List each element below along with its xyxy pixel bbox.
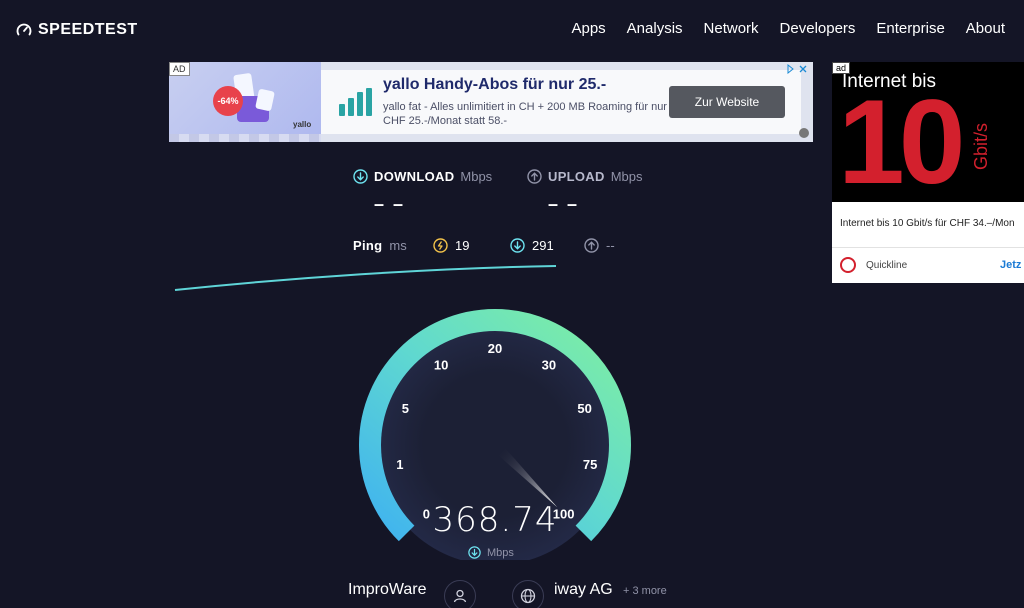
divider	[832, 247, 1024, 248]
nav-analysis[interactable]: Analysis	[627, 20, 683, 37]
ping-label-group: Ping ms	[353, 238, 407, 253]
download-value: – –	[374, 194, 406, 214]
gauge-tick-label: 75	[583, 457, 597, 472]
header: SPEEDTEST Apps Analysis Network Develope…	[0, 0, 1024, 60]
download-arrow-icon	[353, 169, 368, 184]
ping-idle: 19	[433, 238, 469, 253]
logo-text: SPEEDTEST	[38, 21, 138, 38]
gauge-tick-label: 50	[577, 401, 591, 416]
upload-label: UPLOAD	[548, 169, 605, 184]
promo-card-image	[255, 88, 275, 112]
download-label: DOWNLOAD	[374, 169, 455, 184]
upload-arrow-icon	[527, 169, 542, 184]
side-ad-big-number: 10	[838, 75, 966, 209]
ping-download-value: 291	[532, 238, 554, 253]
speedtest-logo[interactable]: SPEEDTEST	[16, 21, 138, 39]
side-ad-text: Internet bis 10 Gbit/s für CHF 34.–/Mon	[840, 218, 1015, 229]
ping-idle-value: 19	[455, 238, 470, 253]
server-name[interactable]: iway AG	[554, 581, 613, 599]
download-metric: DOWNLOAD Mbps	[353, 169, 492, 184]
current-speed-value: 368.74	[432, 500, 558, 540]
banner-ad-content: yallo Handy-Abos für nur 25.- yallo fat …	[321, 70, 801, 134]
ping-unit: ms	[389, 238, 407, 253]
user-icon[interactable]	[444, 580, 476, 608]
ad-stripe	[169, 134, 321, 142]
ad-brand-logo: yallo	[293, 120, 312, 129]
ad-tag: ad	[832, 62, 851, 74]
gauge-tick-label: 10	[434, 357, 448, 372]
latency-idle-icon	[433, 238, 448, 253]
nav-enterprise[interactable]: Enterprise	[876, 20, 944, 37]
banner-ad-image: -64% yallo	[169, 62, 321, 142]
download-arrow-icon	[468, 546, 481, 559]
nav-about[interactable]: About	[966, 20, 1005, 37]
gauge-tick-label: 20	[488, 341, 502, 356]
ping-upload: --	[584, 238, 615, 253]
banner-ad-cta-button[interactable]: Zur Website	[669, 86, 785, 118]
speedometer-logo-icon	[16, 23, 32, 36]
side-ad-cta-link[interactable]: Jetz	[1000, 259, 1021, 271]
current-speed-unit: Mbps	[468, 546, 514, 559]
gauge-tick-label: 30	[542, 357, 556, 372]
info-icon[interactable]	[799, 128, 809, 138]
ping-download: 291	[510, 238, 554, 253]
download-arrow-icon	[510, 238, 525, 253]
side-ad-image: Internet bis 10 Gbit/s	[832, 62, 1024, 202]
change-server-link[interactable]: + 3 more	[623, 585, 667, 597]
ad-choices-icon[interactable]	[787, 63, 809, 77]
side-ad[interactable]: Internet bis 10 Gbit/s ad Internet bis 1…	[832, 62, 1024, 283]
side-ad-brand: Quickline	[866, 260, 908, 271]
signal-bars-icon	[339, 88, 372, 116]
banner-ad-title[interactable]: yallo Handy-Abos für nur 25.-	[383, 76, 606, 94]
nav-developers[interactable]: Developers	[780, 20, 856, 37]
ad-tag: AD	[169, 62, 190, 76]
upload-metric: UPLOAD Mbps	[527, 169, 643, 184]
mbps-label: Mbps	[487, 546, 514, 559]
nav-network[interactable]: Network	[704, 20, 759, 37]
main-nav: Apps Analysis Network Developers Enterpr…	[571, 20, 1005, 37]
side-ad-unit: Gbit/s	[971, 122, 991, 170]
globe-icon[interactable]	[512, 580, 544, 608]
gauge-tick-label: 1	[396, 457, 403, 472]
quickline-logo-icon	[840, 257, 856, 273]
download-unit: Mbps	[460, 169, 493, 184]
promo-badge: -64%	[213, 86, 243, 116]
ping-upload-value: --	[606, 238, 615, 253]
upload-value: – –	[548, 194, 580, 214]
banner-ad-description: yallo fat - Alles unlimitiert in CH + 20…	[383, 101, 667, 127]
upload-unit: Mbps	[610, 169, 643, 184]
gauge-tick-label: 5	[402, 401, 409, 416]
upload-arrow-icon	[584, 238, 599, 253]
ping-label: Ping	[353, 238, 383, 253]
isp-name: ImproWare	[348, 581, 427, 598]
nav-apps[interactable]: Apps	[571, 20, 605, 37]
banner-ad[interactable]: -64% yallo AD yallo Handy-Abos für nur 2…	[169, 62, 813, 142]
